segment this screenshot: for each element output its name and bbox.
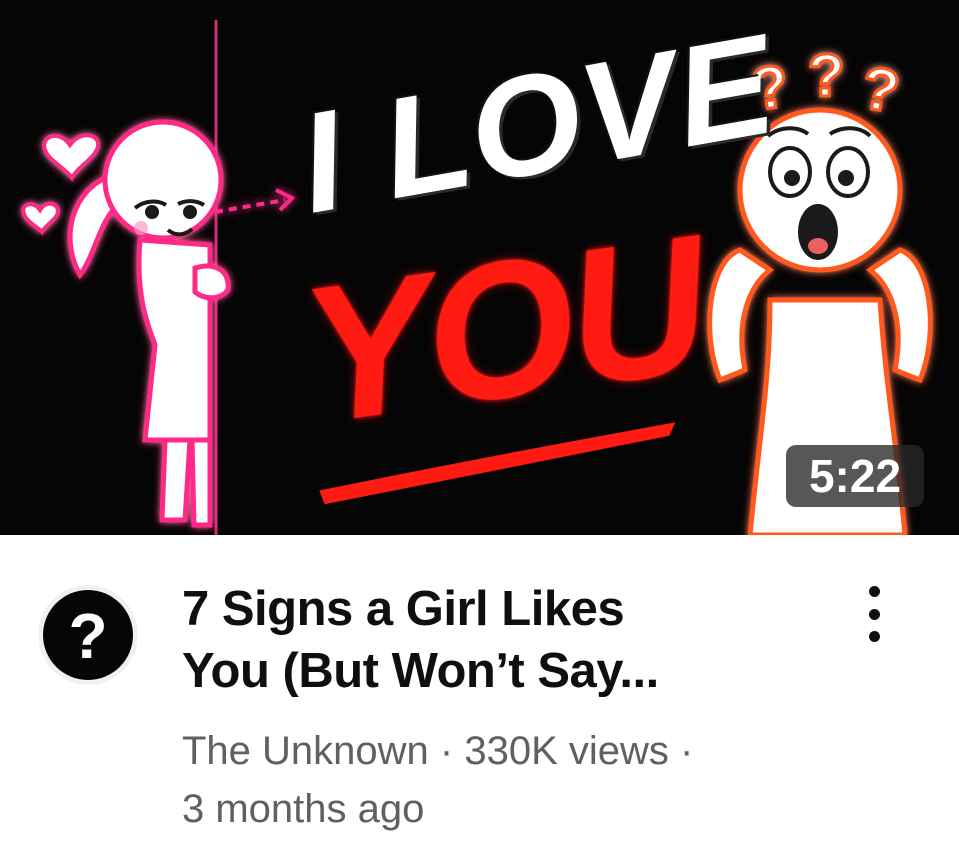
title-line-2: You (But Won’t Say... [182, 644, 659, 698]
video-metadata: The Unknown · 330K views · 3 months ago [182, 722, 862, 838]
svg-text:?: ? [808, 42, 845, 109]
title-line-1: 7 Signs a Girl Likes [182, 582, 625, 636]
video-title[interactable]: 7 Signs a Girl Likes You (But Won’t Say..… [182, 578, 822, 702]
avatar-circle: ? [43, 590, 133, 680]
menu-dot [868, 608, 880, 620]
video-thumbnail[interactable]: ? ? ? I LOVE YOU 5:22 [0, 0, 959, 535]
more-vertical-icon[interactable] [852, 584, 896, 644]
thumbnail-headline-you: YOU [290, 195, 717, 466]
meta-separator: · [428, 729, 465, 773]
duration-badge: 5:22 [786, 445, 924, 507]
girl-figure [67, 119, 231, 528]
view-count: 330K views [464, 729, 669, 773]
gaze-arrow [214, 188, 296, 214]
channel-name[interactable]: The Unknown [182, 729, 429, 773]
channel-avatar[interactable]: ? [38, 585, 138, 685]
menu-dot [868, 586, 880, 597]
svg-text:?: ? [857, 53, 905, 125]
menu-dot [868, 631, 880, 642]
meta-separator: · [668, 729, 694, 773]
question-icon: ? [68, 600, 108, 672]
upload-age: 3 months ago [182, 787, 425, 831]
